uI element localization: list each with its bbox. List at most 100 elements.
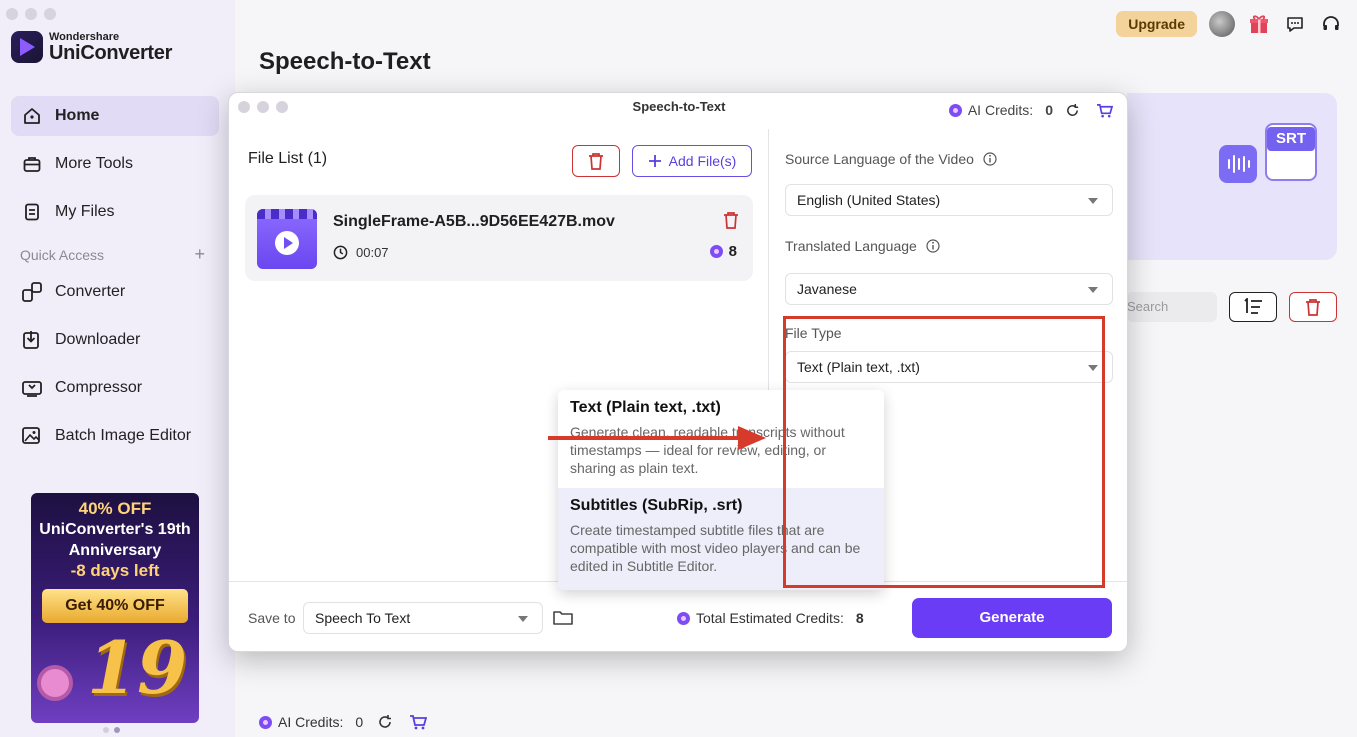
file-list-title: File List (1) (248, 150, 328, 167)
cart-icon[interactable] (409, 714, 428, 730)
anniversary-badge: 19 (87, 625, 188, 710)
source-language-text: Source Language of the Video (785, 151, 974, 167)
open-folder-button[interactable] (553, 609, 573, 631)
promo-button[interactable]: Get 40% OFF (42, 589, 188, 623)
search-input[interactable]: Search (1127, 292, 1217, 322)
promo-discount: 40% OFF (78, 499, 152, 518)
image-edit-icon (21, 425, 43, 447)
top-bar: Upgrade (1116, 11, 1343, 37)
sidebar-item-label: Compressor (55, 379, 143, 396)
sidebar: Wondershare UniConverter Home More Tools… (0, 0, 235, 737)
chevron-down-icon (518, 616, 528, 622)
footer-ai-credits: AI Credits: 0 (259, 714, 428, 730)
carousel-dots[interactable] (103, 727, 120, 733)
duration-value: 00:07 (356, 245, 389, 260)
translated-language-select[interactable]: Javanese (785, 273, 1113, 305)
file-type-dropdown: Text (Plain text, .txt) Generate clean, … (558, 390, 884, 590)
headset-icon[interactable] (1319, 12, 1343, 36)
info-icon[interactable] (926, 239, 940, 253)
sidebar-item-label: Batch Image Editor (55, 427, 192, 444)
sidebar-item-label: Downloader (55, 331, 141, 348)
file-credit-value: 8 (728, 243, 737, 260)
trash-icon (1306, 299, 1320, 316)
upgrade-button[interactable]: Upgrade (1116, 11, 1197, 37)
sidebar-item-label: Converter (55, 283, 126, 300)
sidebar-item-label: Home (55, 107, 100, 124)
generate-button[interactable]: Generate (912, 598, 1112, 638)
speech-to-text-hero-card[interactable]: SRT (1127, 93, 1337, 260)
chat-icon[interactable] (1283, 12, 1307, 36)
credit-icon (948, 103, 962, 117)
credits-label: AI Credits: (967, 102, 1034, 118)
option-description: Create timestamped subtitle files that a… (570, 522, 861, 574)
save-to-select[interactable]: Speech To Text (303, 602, 543, 634)
pointer-arrow-icon (548, 426, 766, 450)
avatar[interactable] (1209, 11, 1235, 37)
file-type-option-srt[interactable]: Subtitles (SubRip, .srt) Create timestam… (558, 488, 884, 590)
save-to-label: Save to (248, 610, 296, 626)
compress-icon (21, 377, 43, 399)
file-type-select[interactable]: Text (Plain text, .txt) (785, 351, 1113, 383)
file-duration: 00:07 (333, 245, 389, 260)
credit-icon (677, 611, 690, 625)
translated-language-text: Translated Language (785, 238, 917, 254)
source-language-value: English (United States) (797, 192, 941, 208)
audio-wave-icon (1219, 145, 1257, 183)
toolbox-icon (21, 153, 43, 175)
delete-all-button[interactable] (1289, 292, 1337, 322)
sidebar-item-label: My Files (55, 203, 115, 220)
save-to-value: Speech To Text (315, 610, 411, 626)
cart-icon[interactable] (1096, 103, 1113, 118)
sidebar-item-converter[interactable]: Converter (11, 272, 219, 312)
film-reel-icon (37, 665, 73, 701)
dialog-footer: Save to Speech To Text Total Estimated C… (229, 581, 1127, 651)
promo-line-2: UniConverter's 19th (39, 521, 191, 538)
clock-icon (333, 245, 348, 260)
quick-access-header: Quick Access + (20, 245, 205, 263)
credits-value: 0 (355, 714, 364, 730)
file-name: SingleFrame-A5B...9D56EE427B.mov (333, 213, 615, 230)
window-controls[interactable] (6, 8, 56, 20)
uniconverter-logo-icon (11, 31, 43, 63)
sidebar-item-batch-image-editor[interactable]: Batch Image Editor (11, 416, 219, 456)
info-icon[interactable] (983, 152, 997, 166)
total-estimated-credits: Total Estimated Credits: 8 (677, 610, 864, 626)
sidebar-item-label: More Tools (55, 155, 133, 172)
add-files-button[interactable]: Add File(s) (632, 145, 752, 177)
trash-icon (724, 212, 738, 229)
download-icon (21, 329, 43, 351)
sidebar-item-compressor[interactable]: Compressor (11, 368, 219, 408)
refresh-icon[interactable] (377, 714, 393, 730)
trash-icon (589, 153, 603, 170)
sort-button[interactable] (1229, 292, 1277, 322)
option-title: Text (Plain text, .txt) (570, 399, 721, 416)
list-item[interactable]: SingleFrame-A5B...9D56EE427B.mov 00:07 8 (245, 195, 753, 281)
sidebar-item-downloader[interactable]: Downloader (11, 320, 219, 360)
chevron-down-icon (1088, 365, 1098, 371)
sidebar-item-more-tools[interactable]: More Tools (11, 144, 219, 184)
promo-days-left: -8 days left (70, 561, 160, 580)
remove-all-files-button[interactable] (572, 145, 620, 177)
folder-icon (553, 611, 573, 625)
promo-line-3: Anniversary (68, 542, 162, 559)
quick-access-add-button[interactable]: + (194, 245, 205, 263)
sidebar-item-my-files[interactable]: My Files (11, 192, 219, 232)
source-language-select[interactable]: English (United States) (785, 184, 1113, 216)
credits-label: AI Credits: (278, 714, 344, 730)
promo-banner[interactable]: 40% OFF UniConverter's 19th Anniversary … (31, 493, 199, 723)
credit-icon (709, 245, 723, 258)
srt-tag: SRT (1267, 127, 1315, 151)
credits-value: 0 (1045, 102, 1053, 118)
remove-file-button[interactable] (723, 211, 739, 234)
chevron-down-icon (1088, 198, 1098, 204)
file-type-value: Text (Plain text, .txt) (797, 359, 920, 375)
total-credits-label: Total Estimated Credits: (696, 610, 844, 626)
sidebar-item-home[interactable]: Home (11, 96, 219, 136)
converter-icon (21, 281, 43, 303)
chevron-down-icon (1088, 287, 1098, 293)
gift-icon[interactable] (1247, 12, 1271, 36)
page-title: Speech-to-Text (259, 48, 431, 75)
plus-icon (648, 155, 661, 167)
refresh-icon[interactable] (1065, 103, 1080, 118)
option-title: Subtitles (SubRip, .srt) (570, 497, 743, 514)
